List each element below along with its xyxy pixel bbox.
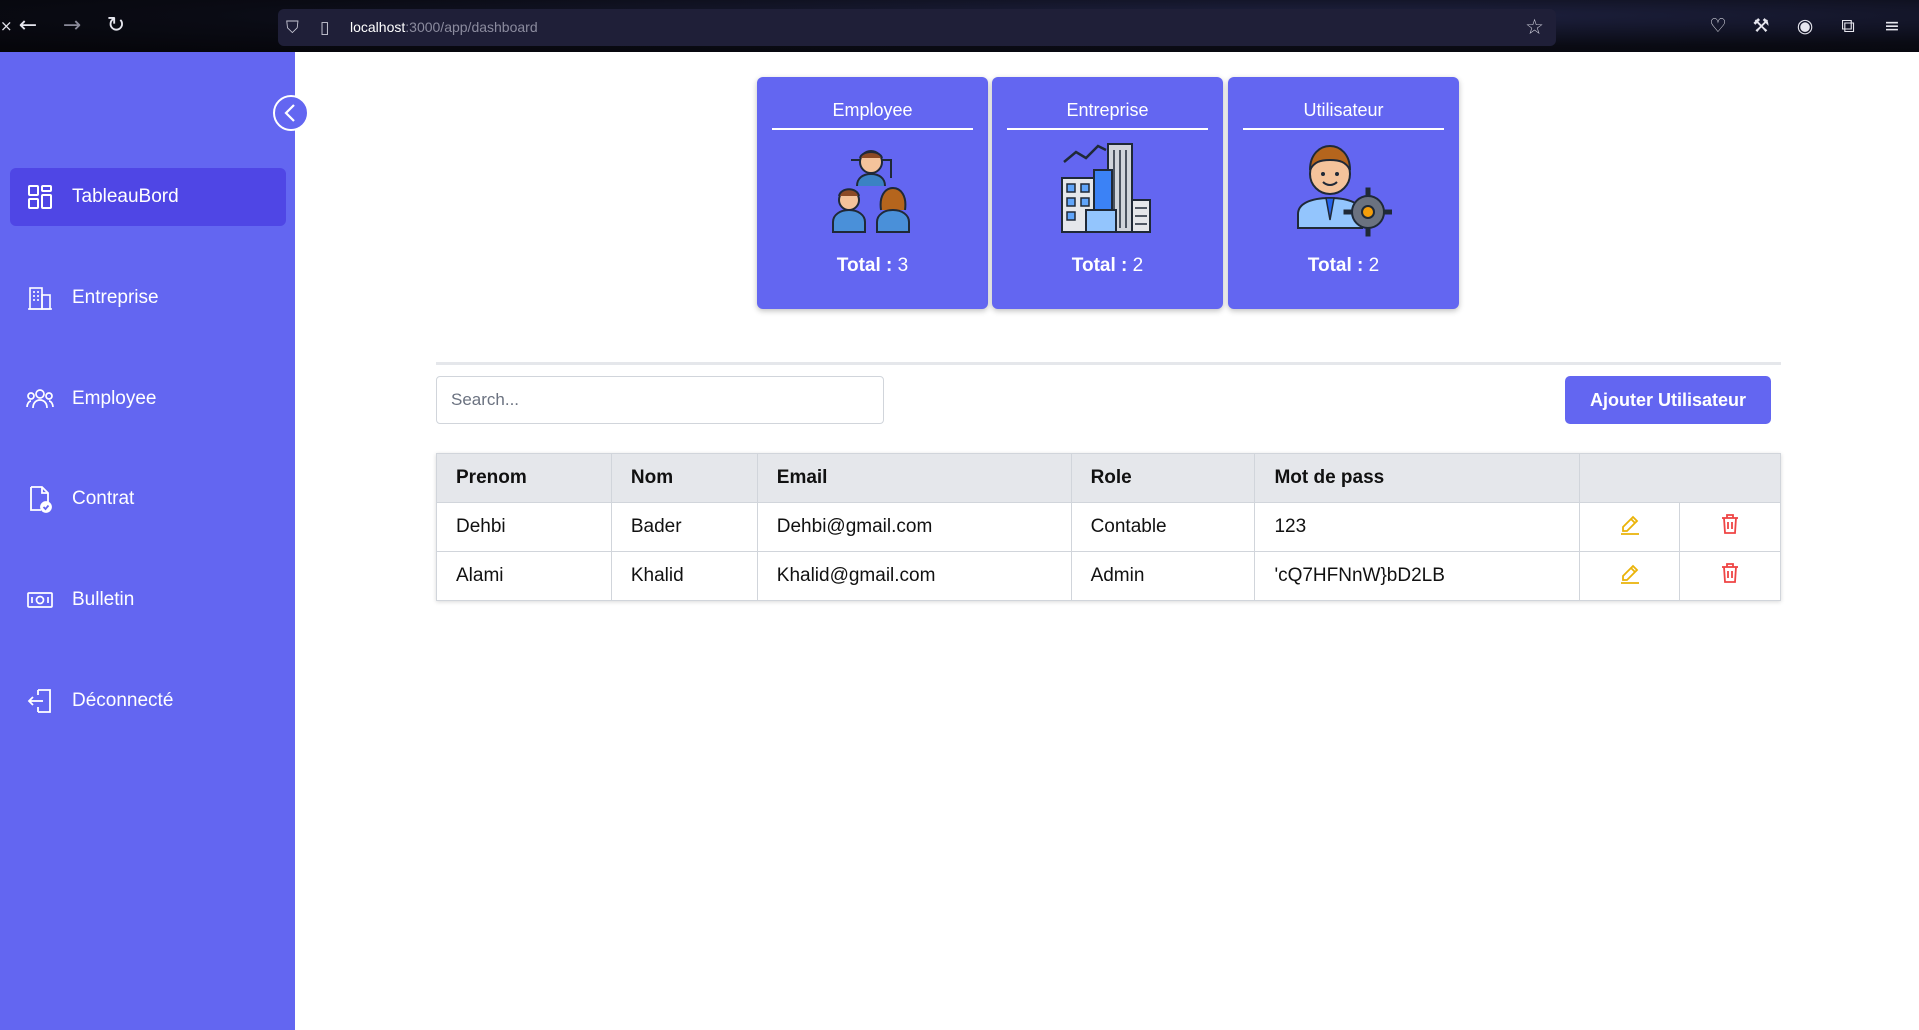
delete-button[interactable] [1679,551,1781,601]
divider [436,362,1781,365]
cell-email: Dehbi@gmail.com [756,502,1072,552]
dashboard-grid-icon [26,183,54,211]
shield-icon: ⛉ [286,18,299,38]
building-icon [26,284,54,312]
logout-icon [26,687,54,715]
card-total: Total : 3 [836,255,909,276]
menu-icon[interactable]: ≡ [1880,14,1904,38]
chevron-left-icon [284,104,295,122]
wrench-icon[interactable]: ⚒ [1749,14,1773,38]
url-text: localhost:3000/app/dashboard [350,19,538,35]
add-user-button[interactable]: Ajouter Utilisateur [1565,376,1771,424]
stat-card-employee: Employee Total : 3 [757,77,988,309]
sidebar-item-contrat[interactable]: Contrat [10,470,286,528]
collapse-sidebar-button[interactable] [273,95,309,131]
cell-prenom: Alami [436,551,612,601]
card-title: Employee [772,100,973,130]
column-header-prenom: Prenom [436,453,612,503]
cell-email: Khalid@gmail.com [756,551,1072,601]
trash-icon [1722,563,1739,583]
pencil-icon [1620,515,1639,535]
sidebar-item-label: Bulletin [72,589,135,610]
sidebar-item-label: TableauBord [72,186,179,207]
card-title: Utilisateur [1243,100,1444,130]
browser-toolbar: × ← → ↻ ⛉ ▯ localhost:3000/app/dashboard… [0,0,1919,52]
stat-card-utilisateur: Utilisateur Total : 2 [1228,77,1459,309]
cell-password: 123 [1254,502,1581,552]
pencil-icon [1620,564,1639,584]
stat-card-entreprise: Entreprise Total : 2 [992,77,1223,309]
address-bar[interactable]: ⛉ ▯ localhost:3000/app/dashboard ☆ [278,9,1556,46]
reload-icon[interactable]: ↻ [102,12,130,40]
table-header-row: Prenom Nom Email Role Mot de pass [436,453,1781,503]
cell-role: Contable [1070,502,1256,552]
users-table: Prenom Nom Email Role Mot de pass Dehbi … [436,453,1781,601]
pocket-icon[interactable]: ♡ [1706,14,1730,38]
forward-icon[interactable]: → [58,12,86,40]
card-title: Entreprise [1007,100,1208,130]
column-header-role: Role [1070,453,1256,503]
edit-button[interactable] [1579,551,1681,601]
sidebar-item-entreprise[interactable]: Entreprise [10,269,286,327]
sidebar-item-label: Employee [72,388,157,409]
column-header-actions [1579,453,1781,503]
back-icon[interactable]: ← [14,12,42,40]
table-row: Alami Khalid Khalid@gmail.com Admin 'cQ7… [436,551,1781,601]
city-buildings-icon [1056,140,1156,240]
document-check-icon [26,485,54,513]
users-icon [26,385,54,413]
cell-role: Admin [1070,551,1256,601]
cell-nom: Bader [610,502,758,552]
sidebar: TableauBord Entreprise Employee Contrat … [0,52,295,1030]
cell-nom: Khalid [610,551,758,601]
column-header-mot-de-pass: Mot de pass [1254,453,1581,503]
sidebar-item-bulletin[interactable]: Bulletin [10,571,286,629]
card-total: Total : 2 [1071,255,1144,276]
search-input[interactable] [436,376,884,424]
sidebar-item-employee[interactable]: Employee [10,370,286,428]
edit-button[interactable] [1579,502,1681,552]
column-header-email: Email [756,453,1072,503]
sidebar-item-tableaubord[interactable]: TableauBord [10,168,286,226]
account-icon[interactable]: ◉ [1793,14,1817,38]
sidebar-item-deconnecte[interactable]: Déconnecté [10,672,286,730]
cell-password: 'cQ7HFNnW}bD2LB [1254,551,1581,601]
cell-prenom: Dehbi [436,502,612,552]
sidebar-item-label: Contrat [72,488,135,509]
team-people-icon [821,140,921,240]
bookmark-star-icon[interactable]: ☆ [1525,15,1544,39]
sidebar-item-label: Entreprise [72,287,159,308]
column-header-nom: Nom [610,453,758,503]
user-settings-icon [1292,140,1393,240]
table-row: Dehbi Bader Dehbi@gmail.com Contable 123 [436,502,1781,552]
page-icon: ▯ [320,18,330,38]
trash-icon [1722,514,1739,534]
card-total: Total : 2 [1307,255,1380,276]
close-tab-icon[interactable]: × [0,12,13,40]
banknote-icon [26,586,54,614]
delete-button[interactable] [1679,502,1781,552]
sidebar-item-label: Déconnecté [72,690,174,711]
extensions-icon[interactable]: ⧉ [1836,14,1860,38]
